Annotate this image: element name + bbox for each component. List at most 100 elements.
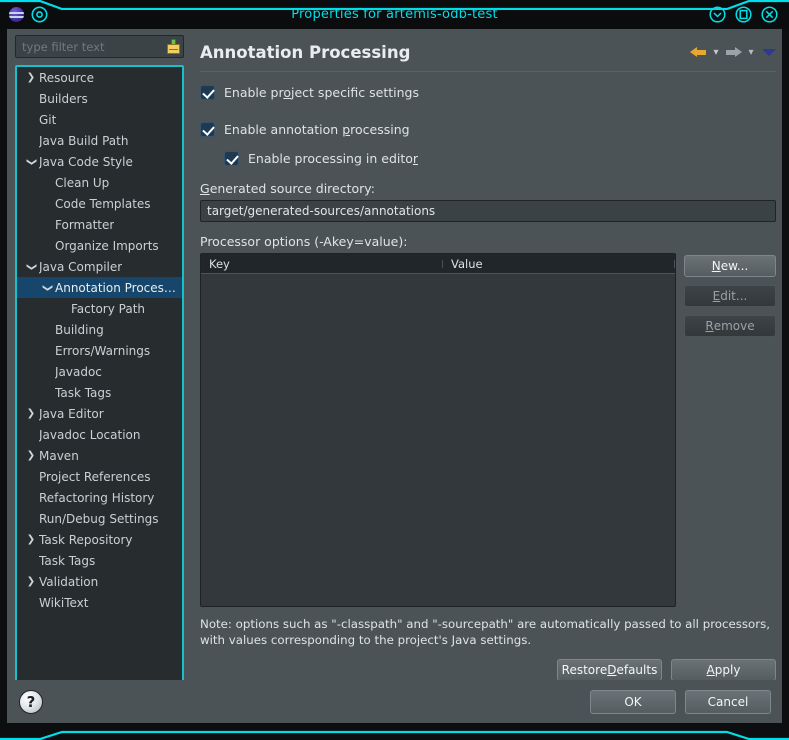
- generated-source-directory-input[interactable]: target/generated-sources/annotations: [200, 200, 776, 222]
- tree-item-task-tags[interactable]: Task Tags: [17, 550, 182, 571]
- arrow-left-icon[interactable]: [690, 45, 707, 59]
- enable-annotation-processing-checkbox[interactable]: [200, 121, 215, 137]
- restore-defaults-button[interactable]: Restore Defaults: [557, 659, 662, 681]
- tree-item-javadoc-location[interactable]: Javadoc Location: [17, 424, 182, 445]
- ok-button[interactable]: OK: [590, 689, 676, 714]
- page-title: Annotation Processing: [200, 42, 411, 62]
- tree-item-label: Java Code Style: [39, 154, 133, 169]
- enable-project-specific-settings-row[interactable]: Enable project specific settings: [200, 82, 776, 102]
- tree-item-annotation-processing[interactable]: ❯ Annotation Processing: [17, 277, 182, 298]
- enable-processing-in-editor-checkbox[interactable]: [224, 150, 239, 166]
- tree-item-javadoc[interactable]: Javadoc: [17, 361, 182, 382]
- tree-item-label: Factory Path: [71, 301, 146, 316]
- processor-options-label: Processor options (-Akey=value):: [200, 234, 408, 249]
- tree-item-organize-imports[interactable]: Organize Imports: [17, 235, 182, 256]
- window-title: Properties for artemis-odb-test: [291, 7, 498, 22]
- cancel-button[interactable]: Cancel: [685, 689, 771, 714]
- enable-annotation-processing-label: Enable annotation processing: [224, 121, 410, 137]
- dialog-footer: ? OK Cancel: [7, 680, 782, 723]
- chevron-down-icon[interactable]: ❯: [26, 259, 37, 275]
- broom-icon[interactable]: [167, 39, 180, 54]
- tree-item-label: Java Editor: [39, 406, 104, 421]
- maximize-button[interactable]: [735, 6, 752, 23]
- chevron-down-icon[interactable]: ❯: [42, 280, 53, 296]
- tree-item-label: Clean Up: [55, 175, 110, 190]
- tree-item-builders[interactable]: Builders: [17, 88, 182, 109]
- enable-processing-in-editor-label: Enable processing in editor: [248, 150, 419, 166]
- tree-item-label: Project References: [39, 469, 151, 484]
- tree-item-java-compiler[interactable]: ❯ Java Compiler: [17, 256, 182, 277]
- tree-item-label: Validation: [39, 574, 99, 589]
- forward-history-chevron-down-icon[interactable]: ▾: [746, 47, 756, 58]
- tree-item-java-build-path[interactable]: Java Build Path: [17, 130, 182, 151]
- tree-item-label: Run/Debug Settings: [39, 511, 159, 526]
- enable-processing-in-editor-row[interactable]: Enable processing in editor: [200, 148, 776, 168]
- target-circle-icon[interactable]: [31, 6, 48, 23]
- tree-item-git[interactable]: Git: [17, 109, 182, 130]
- table-header-row: Key Value: [201, 254, 675, 274]
- tree-item-java-code-style[interactable]: ❯ Java Code Style: [17, 151, 182, 172]
- tree-item-project-references[interactable]: Project References: [17, 466, 182, 487]
- triangle-down-icon[interactable]: [762, 48, 776, 56]
- tree-item-wikitext[interactable]: WikiText: [17, 592, 182, 613]
- settings-navigation-pane: type filter text ❯ Resource Builders Git Jav…: [7, 29, 190, 712]
- window-frame-glow-bottom: [0, 730, 789, 740]
- chevron-right-icon[interactable]: ❯: [23, 450, 39, 461]
- table-action-buttons: New... Edit... Remove: [684, 253, 776, 607]
- tree-item-run-debug-settings[interactable]: Run/Debug Settings: [17, 508, 182, 529]
- window-controls: [669, 6, 789, 23]
- enable-project-specific-settings-checkbox[interactable]: [200, 84, 215, 100]
- new-button[interactable]: New...: [684, 255, 776, 277]
- processor-options-table[interactable]: Key Value: [200, 253, 676, 607]
- back-history-chevron-down-icon[interactable]: ▾: [711, 47, 721, 58]
- tree-item-code-templates[interactable]: Code Templates: [17, 193, 182, 214]
- apply-button[interactable]: Apply: [671, 659, 776, 681]
- chevron-right-icon[interactable]: ❯: [23, 408, 39, 419]
- tree-item-label: Maven: [39, 448, 79, 463]
- tree-item-clean-up[interactable]: Clean Up: [17, 172, 182, 193]
- tree-item-task-repository[interactable]: ❯ Task Repository: [17, 529, 182, 550]
- dialog-body: type filter text ❯ Resource Builders Git Jav…: [7, 29, 782, 712]
- properties-dialog-window: Properties for artemis-odb-test type fil…: [0, 0, 789, 740]
- tree-item-java-editor[interactable]: ❯ Java Editor: [17, 403, 182, 424]
- tree-item-label: Javadoc Location: [39, 427, 141, 442]
- tree-item-label: Git: [39, 112, 57, 127]
- enable-annotation-processing-row[interactable]: Enable annotation processing: [200, 119, 776, 139]
- chevron-right-icon[interactable]: ❯: [23, 72, 39, 83]
- tree-item-formatter[interactable]: Formatter: [17, 214, 182, 235]
- tree-item-validation[interactable]: ❯ Validation: [17, 571, 182, 592]
- filter-input-placeholder: type filter text: [22, 39, 105, 54]
- page-header: Annotation Processing ▾ ▾: [200, 37, 776, 67]
- tree-item-label: Building: [55, 322, 104, 337]
- eclipse-globe-icon: [9, 7, 24, 22]
- tree-item-factory-path[interactable]: Factory Path: [17, 298, 182, 319]
- generated-source-directory-value: target/generated-sources/annotations: [207, 204, 436, 218]
- filter-input-wrapper[interactable]: type filter text: [15, 35, 184, 58]
- enable-project-specific-settings-label: Enable project specific settings: [224, 84, 419, 100]
- tree-item-refactoring-history[interactable]: Refactoring History: [17, 487, 182, 508]
- tree-item-building[interactable]: Building: [17, 319, 182, 340]
- arrow-right-icon[interactable]: [725, 45, 742, 59]
- table-body-empty[interactable]: [201, 274, 675, 606]
- minimize-button[interactable]: [709, 6, 726, 23]
- tree-item-label: Organize Imports: [55, 238, 159, 253]
- chevron-right-icon[interactable]: ❯: [23, 534, 39, 545]
- close-button[interactable]: [761, 6, 778, 23]
- chevron-right-icon[interactable]: ❯: [23, 576, 39, 587]
- tree-item-task-tags[interactable]: Task Tags: [17, 382, 182, 403]
- tree-item-label: WikiText: [39, 595, 89, 610]
- tree-item-resource[interactable]: ❯ Resource: [17, 67, 182, 88]
- title-bar: Properties for artemis-odb-test: [0, 0, 789, 29]
- question-mark-icon[interactable]: ?: [19, 689, 43, 714]
- remove-button[interactable]: Remove: [684, 315, 776, 337]
- settings-tree[interactable]: ❯ Resource Builders Git Java Build Path ❯ Java…: [15, 65, 184, 686]
- tree-item-label: Resource: [39, 70, 95, 85]
- edit-button[interactable]: Edit...: [684, 285, 776, 307]
- tree-item-label: Refactoring History: [39, 490, 155, 505]
- column-header-key[interactable]: Key: [201, 257, 443, 271]
- tree-item-label: Task Repository: [39, 532, 133, 547]
- chevron-down-icon[interactable]: ❯: [26, 154, 37, 170]
- tree-item-errors-warnings[interactable]: Errors/Warnings: [17, 340, 182, 361]
- tree-item-maven[interactable]: ❯ Maven: [17, 445, 182, 466]
- column-header-value[interactable]: Value: [443, 257, 675, 271]
